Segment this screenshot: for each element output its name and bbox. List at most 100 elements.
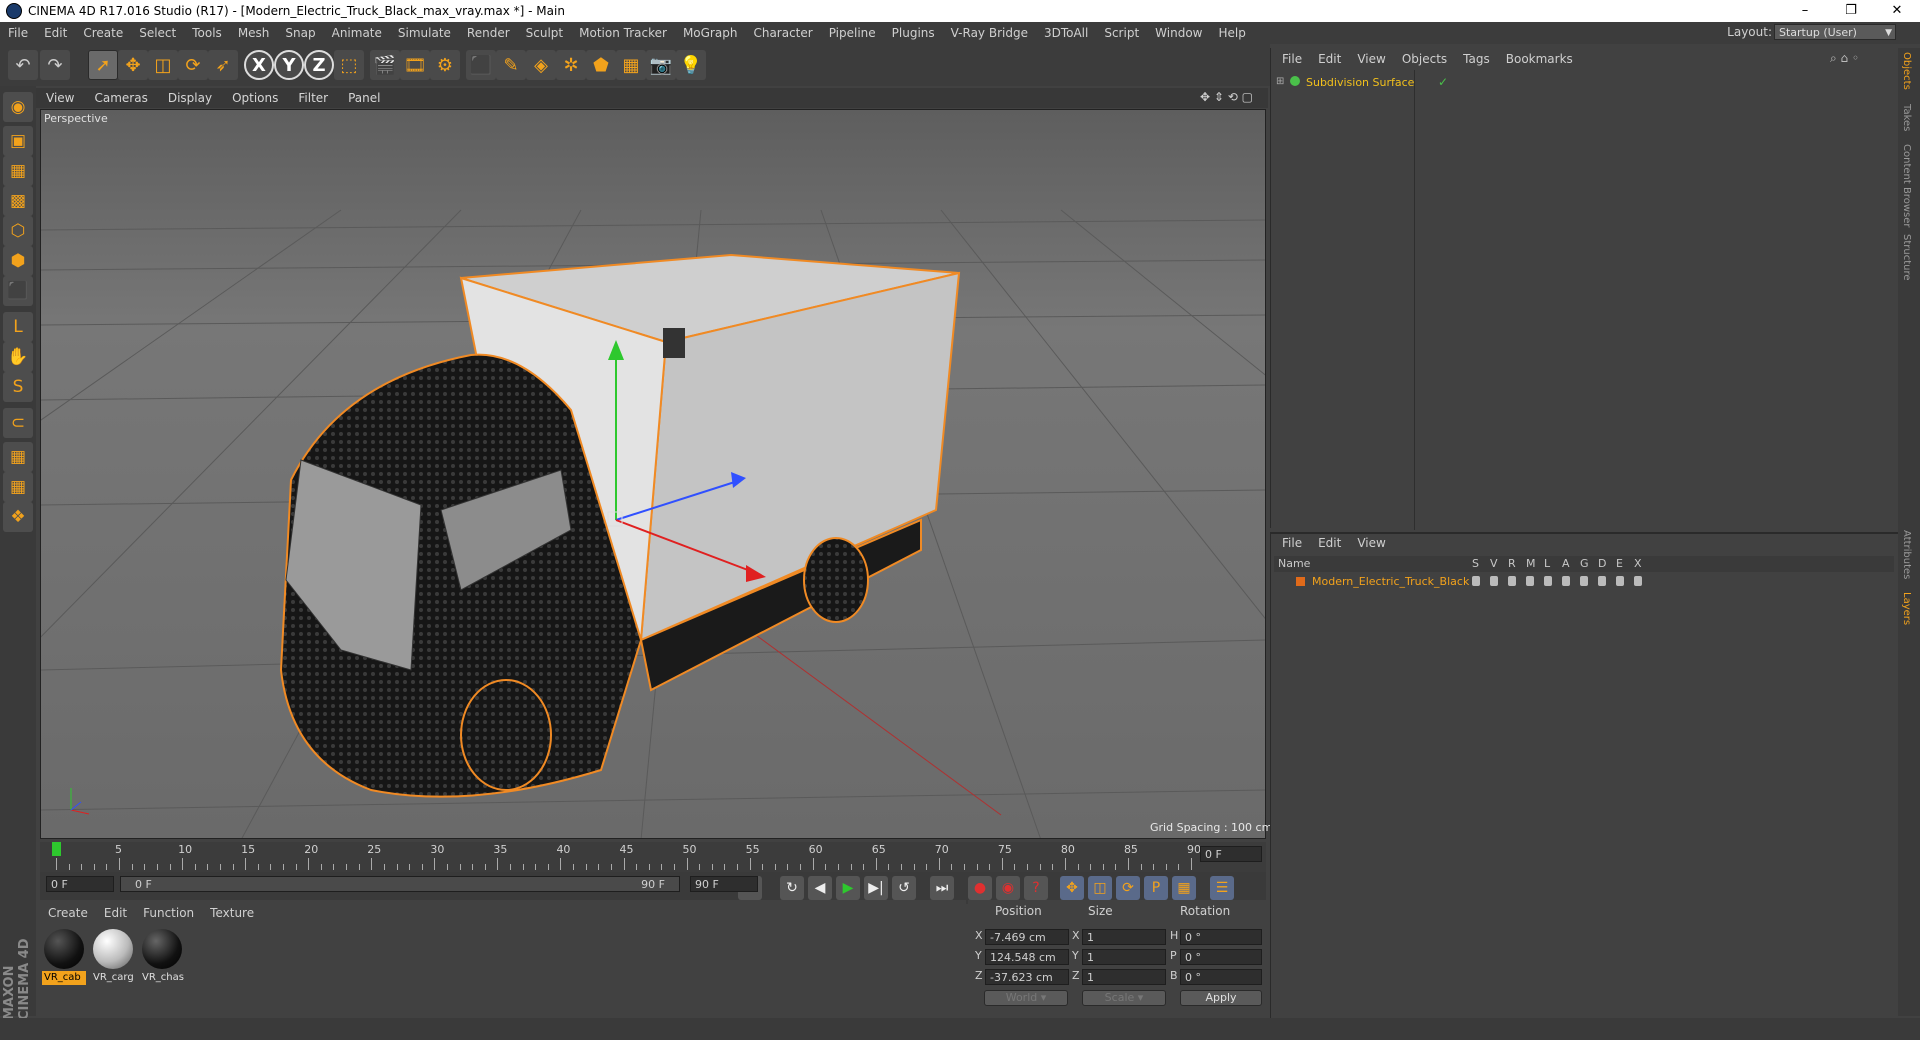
object-menu-file[interactable]: File [1274, 52, 1310, 66]
menu-v-ray-bridge[interactable]: V-Ray Bridge [943, 26, 1036, 40]
menu-plugins[interactable]: Plugins [884, 26, 943, 40]
apply-button[interactable]: Apply [1180, 990, 1262, 1006]
size-field[interactable]: 1 [1082, 949, 1166, 965]
position-key-icon[interactable]: ✥ [1060, 876, 1084, 900]
subdivision-surface-icon[interactable]: ◈ [526, 50, 556, 80]
deformer-icon[interactable]: ⬟ [586, 50, 616, 80]
go-to-end-icon[interactable]: ⏭ [930, 876, 954, 900]
object-manager-search-icon[interactable]: ⌕ ⌂ ◦ [1830, 51, 1859, 66]
texture-mode-icon[interactable]: ▦ [3, 156, 33, 186]
scale-icon[interactable]: ◫ [148, 50, 178, 80]
layer-name[interactable]: Modern_Electric_Truck_Black [1312, 575, 1469, 588]
frame-range-slider[interactable]: 0 F 90 F [120, 876, 680, 892]
rotation-field[interactable]: 0 ° [1180, 929, 1262, 945]
layer-menu-edit[interactable]: Edit [1310, 536, 1349, 550]
size-mode-select[interactable]: Scale ▾ [1082, 990, 1166, 1006]
layer-toggle-icon[interactable] [1634, 576, 1642, 586]
side-tab-content-browser[interactable]: Content Browser [1901, 144, 1912, 227]
material-menu-function[interactable]: Function [135, 906, 202, 920]
close-button[interactable]: ✕ [1874, 0, 1920, 22]
rotate-icon[interactable]: ⟳ [178, 50, 208, 80]
next-key-icon[interactable]: ↺ [892, 876, 916, 900]
expand-icon[interactable]: ⊞ [1276, 76, 1284, 87]
object-menu-bookmarks[interactable]: Bookmarks [1498, 52, 1581, 66]
menu-edit[interactable]: Edit [36, 26, 75, 40]
layer-menu-file[interactable]: File [1274, 536, 1310, 550]
layer-toggle-icon[interactable] [1616, 576, 1624, 586]
position-field[interactable]: 124.548 cm [985, 949, 1069, 965]
end-frame-field[interactable]: 90 F [690, 876, 758, 892]
render-view-icon[interactable]: 🎬 [370, 50, 400, 80]
menu-3dtoall[interactable]: 3DToAll [1036, 26, 1096, 40]
timeline-ruler[interactable]: 051015202530354045505560657075808590 [40, 842, 1266, 872]
menu-character[interactable]: Character [745, 26, 820, 40]
quantize-icon[interactable]: ▦ [3, 472, 33, 502]
menu-mograph[interactable]: MoGraph [675, 26, 746, 40]
menu-help[interactable]: Help [1210, 26, 1253, 40]
floor-icon[interactable]: ▦ [616, 50, 646, 80]
camera-icon[interactable]: 📷 [646, 50, 676, 80]
polygons-mode-icon[interactable]: ⬛ [3, 276, 33, 306]
menu-motion-tracker[interactable]: Motion Tracker [571, 26, 675, 40]
menu-animate[interactable]: Animate [324, 26, 390, 40]
layer-column-m[interactable]: M [1526, 557, 1536, 570]
object-row[interactable]: ⊞ Subdivision Surface ✓ [1274, 74, 1894, 92]
size-field[interactable]: 1 [1082, 969, 1166, 985]
menu-select[interactable]: Select [131, 26, 184, 40]
layer-toggle-icon[interactable] [1490, 576, 1498, 586]
x-axis-icon[interactable]: X [244, 50, 274, 80]
3d-viewport[interactable] [40, 109, 1266, 839]
material-menu-edit[interactable]: Edit [96, 906, 135, 920]
make-editable-icon[interactable]: ◉ [3, 92, 33, 122]
layer-column-g[interactable]: G [1580, 557, 1589, 570]
menu-pipeline[interactable]: Pipeline [821, 26, 884, 40]
param-key-icon[interactable]: P [1144, 876, 1168, 900]
material-menu-create[interactable]: Create [40, 906, 96, 920]
object-menu-objects[interactable]: Objects [1394, 52, 1455, 66]
layer-column-l[interactable]: L [1544, 557, 1550, 570]
layer-toggle-icon[interactable] [1508, 576, 1516, 586]
layer-toggle-icon[interactable] [1472, 576, 1480, 586]
light-icon[interactable]: 💡 [676, 50, 706, 80]
menu-simulate[interactable]: Simulate [390, 26, 459, 40]
record-icon[interactable]: ● [968, 876, 992, 900]
rotation-field[interactable]: 0 ° [1180, 969, 1262, 985]
workplane-icon[interactable]: ▩ [3, 186, 33, 216]
size-field[interactable]: 1 [1082, 929, 1166, 945]
rotation-field[interactable]: 0 ° [1180, 949, 1262, 965]
timeline-icon[interactable]: ☰ [1210, 876, 1234, 900]
tweak-mode-icon[interactable]: ✋ [3, 342, 33, 372]
minimize-button[interactable]: – [1782, 0, 1828, 22]
layer-column-s[interactable]: S [1472, 557, 1479, 570]
viewport-menu-view[interactable]: View [36, 91, 84, 105]
edges-mode-icon[interactable]: ⬢ [3, 246, 33, 276]
layer-column-name[interactable]: Name [1278, 557, 1310, 570]
layer-toggle-icon[interactable] [1580, 576, 1588, 586]
position-field[interactable]: -7.469 cm [985, 929, 1069, 945]
layer-row[interactable]: Modern_Electric_Truck_Black [1274, 574, 1894, 590]
side-tab-attributes[interactable]: Attributes [1901, 530, 1912, 579]
layer-toggle-icon[interactable] [1598, 576, 1606, 586]
render-picture-viewer-icon[interactable]: 🎞 [400, 50, 430, 80]
layer-column-x[interactable]: X [1634, 557, 1642, 570]
snap-icon[interactable]: S [3, 372, 33, 402]
position-field[interactable]: -37.623 cm [985, 969, 1069, 985]
material-swatch[interactable]: VR_carg [91, 927, 135, 983]
side-tab-structure[interactable]: Structure [1901, 234, 1912, 281]
coordinate-mode-select[interactable]: World ▾ [984, 990, 1068, 1006]
menu-file[interactable]: File [0, 26, 36, 40]
restore-button[interactable]: ❐ [1828, 0, 1874, 22]
layer-column-a[interactable]: A [1562, 557, 1570, 570]
keyframe-selection-icon[interactable]: ? [1024, 876, 1048, 900]
coordinate-system-icon[interactable]: ⬚ [334, 50, 364, 80]
magnet-icon[interactable]: ⊂ [3, 408, 33, 438]
playhead[interactable] [52, 842, 61, 856]
layer-toggle-icon[interactable] [1526, 576, 1534, 586]
viewport-menu-panel[interactable]: Panel [338, 91, 390, 105]
layer-column-v[interactable]: V [1490, 557, 1498, 570]
viewport-menu-filter[interactable]: Filter [288, 91, 338, 105]
layer-toggle-icon[interactable] [1562, 576, 1570, 586]
layer-menu-view[interactable]: View [1349, 536, 1393, 550]
prev-key-icon[interactable]: ↻ [780, 876, 804, 900]
material-swatch[interactable]: VR_chas [140, 927, 184, 983]
